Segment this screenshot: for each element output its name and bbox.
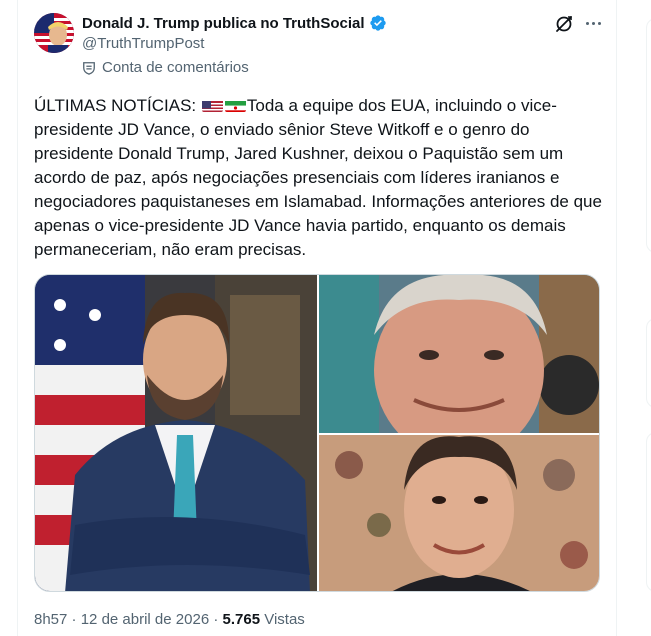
photo-steve-witkoff[interactable] [319,275,599,460]
iran-flag-icon [224,98,246,112]
author-name[interactable]: Donald J. Trump publica no TruthSocial [82,15,365,32]
sidebar-card [646,18,651,253]
post-text: ÚLTIMAS NOTÍCIAS: Toda a equipe dos EUA,… [34,94,606,262]
post-text-prefix: ÚLTIMAS NOTÍCIAS: [34,96,197,115]
community-shield-icon [83,61,95,75]
community-label: Conta de comentários [102,59,249,76]
avatar[interactable] [34,13,74,53]
post-date[interactable]: 12 de abril de 2026 [81,611,209,628]
photo-jd-vance[interactable] [35,275,317,591]
media-grid [34,274,600,592]
post-meta: 8h57 · 12 de abril de 2026 · 5.765 Vista… [34,611,305,628]
views-count: 5.765 [222,611,261,628]
community-note[interactable]: Conta de comentários [82,59,249,76]
more-icon[interactable] [582,12,604,34]
meta-separator: · [213,611,219,628]
timeline-border-right [616,0,617,636]
post: Donald J. Trump publica no TruthSocial @… [18,0,616,636]
views-label: Vistas [264,611,305,628]
author-name-row[interactable]: Donald J. Trump publica no TruthSocial [82,14,387,32]
photo-jared-kushner[interactable] [319,435,599,591]
sidebar-card [646,318,651,408]
post-time[interactable]: 8h57 [34,611,67,628]
us-flag-icon [201,98,223,112]
sidebar-card [646,432,651,592]
author-handle[interactable]: @TruthTrumpPost [82,35,204,52]
post-text-body: Toda a equipe dos EUA, incluindo o vice-… [34,96,602,259]
verified-badge-icon [369,15,386,31]
meta-separator: · [71,611,77,628]
grok-icon[interactable] [554,14,574,34]
